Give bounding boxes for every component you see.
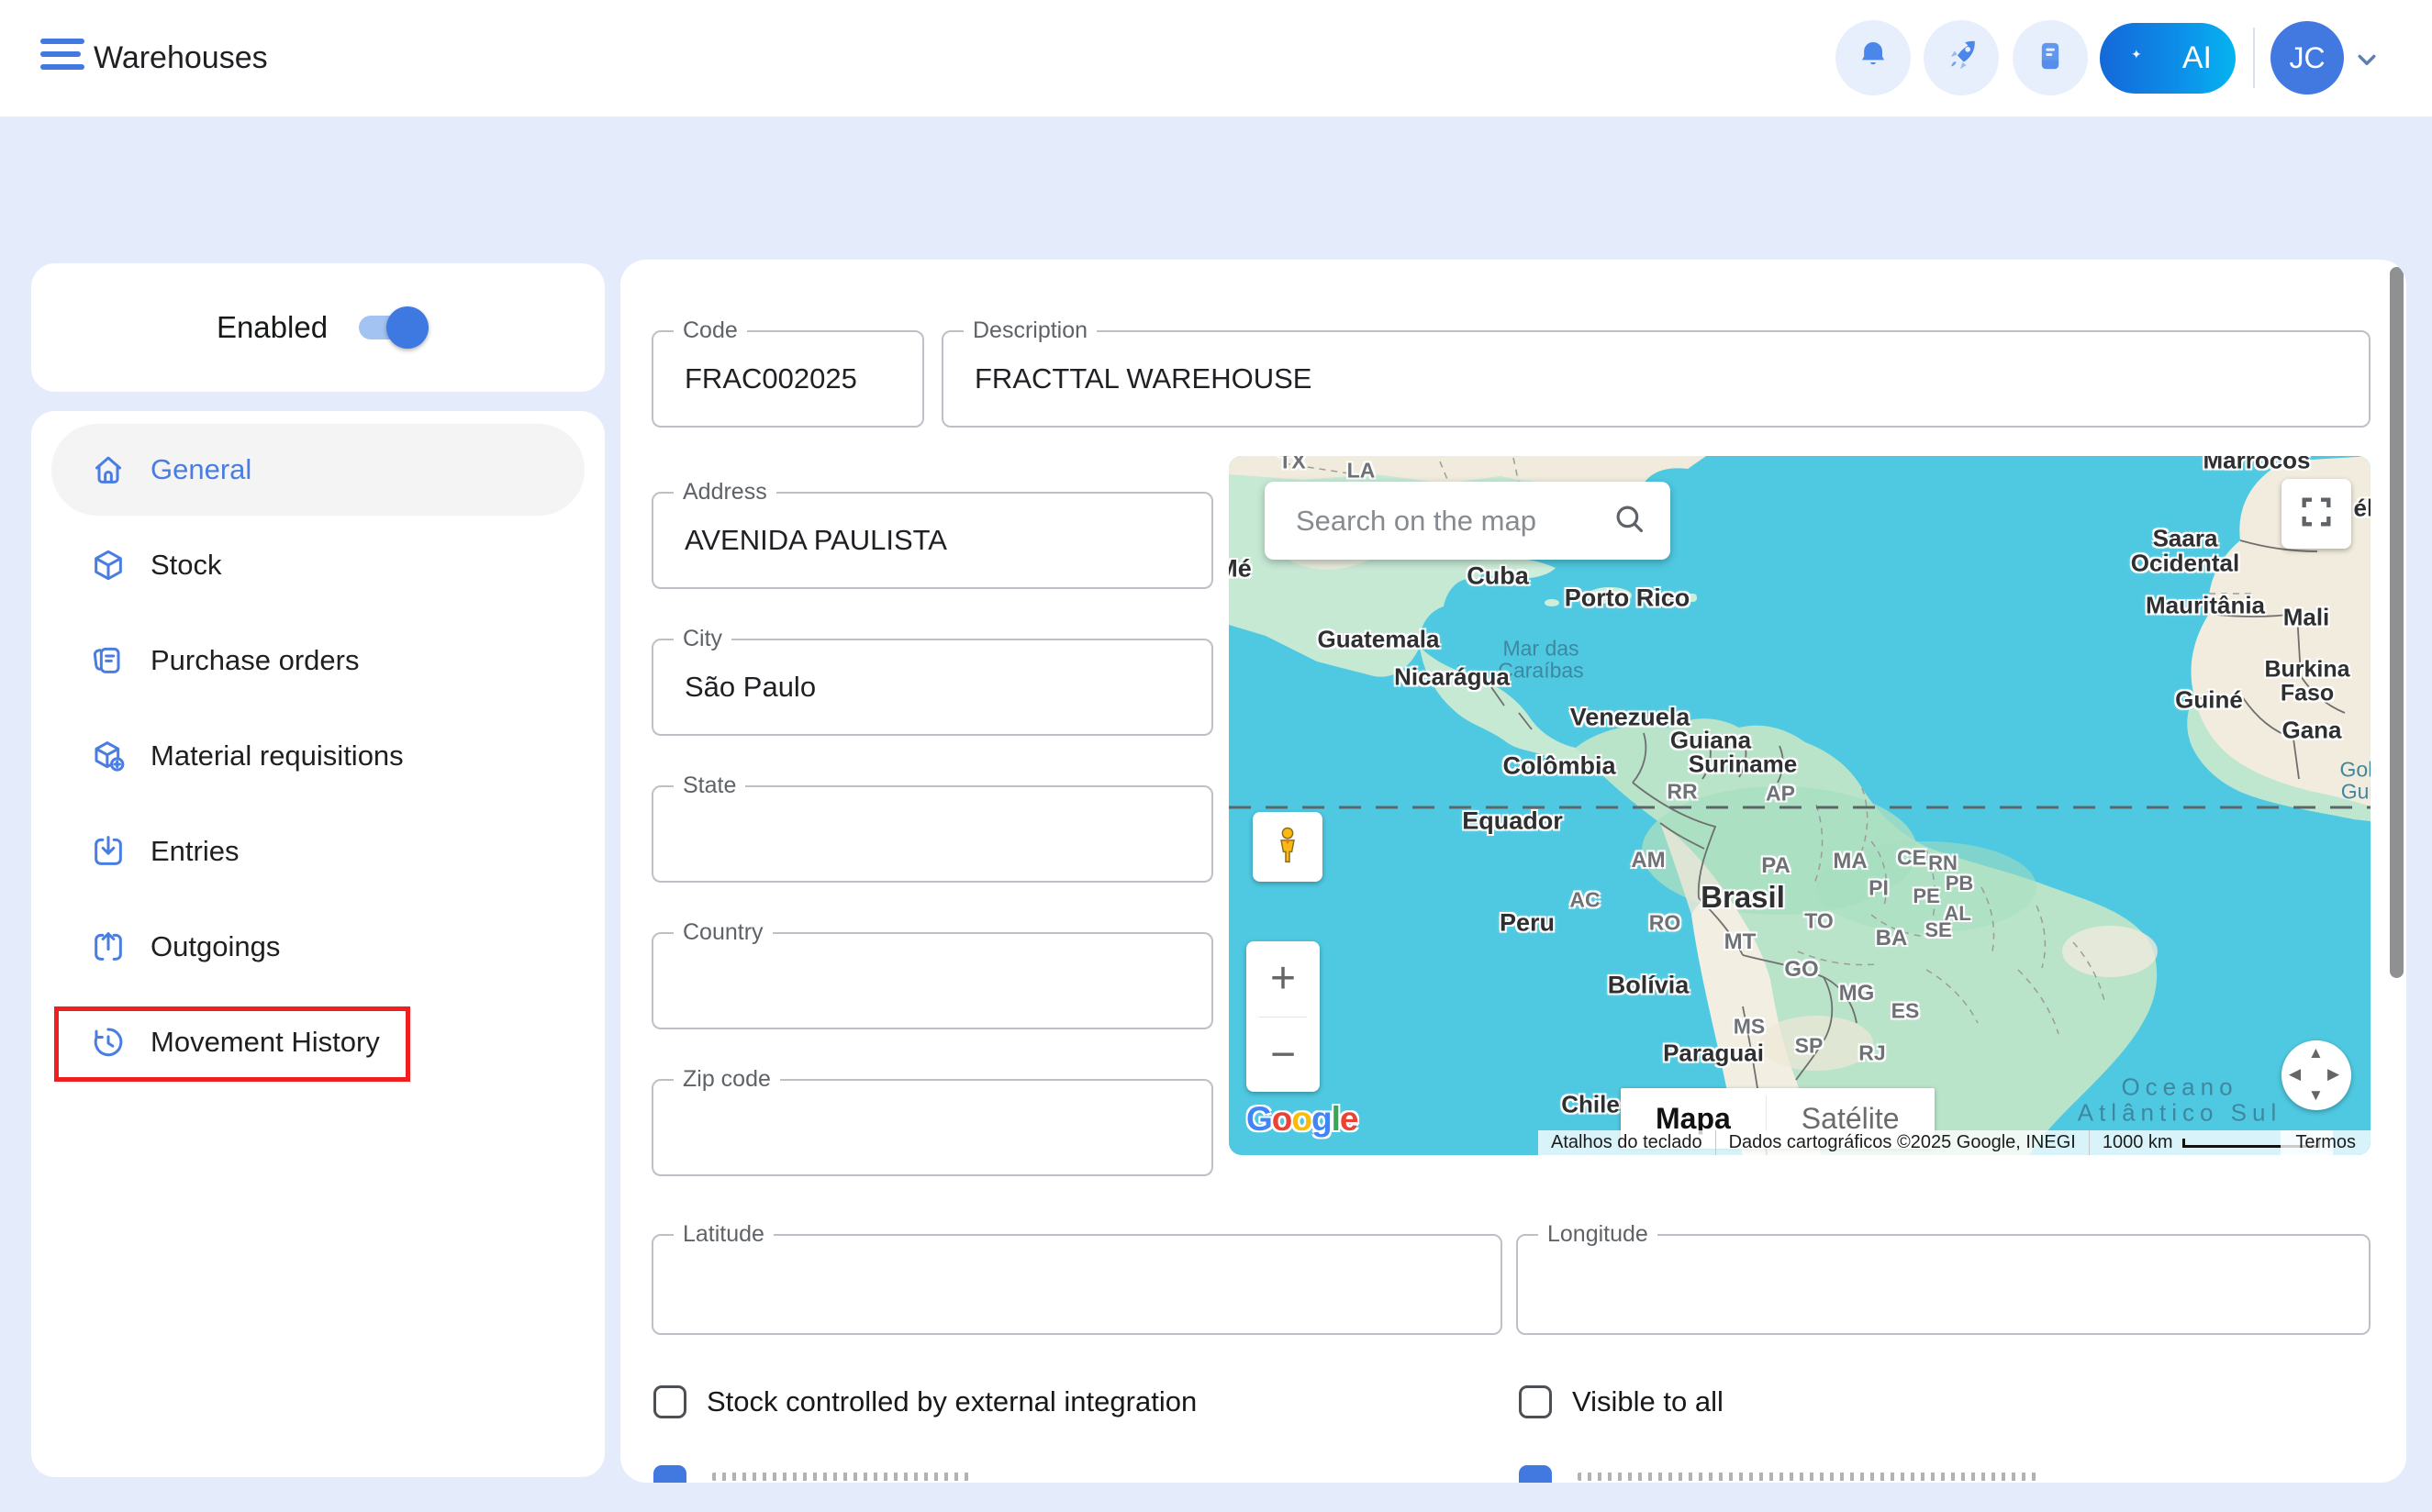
zoom-out-button[interactable]: − [1246, 1017, 1320, 1093]
sidebar-item-label: Movement History [151, 1026, 380, 1059]
google-logo: Google [1246, 1100, 1357, 1139]
whats-new-button[interactable] [1924, 20, 1999, 95]
country-field-label: Country [674, 919, 773, 946]
country-field[interactable]: Country [652, 932, 1213, 1029]
sidebar-item-label: Purchase orders [151, 644, 359, 677]
map-attribution: Atalhos do teclado Dados cartográficos ©… [1538, 1130, 2333, 1155]
top-bar: Warehouses ✦ AI JC [0, 0, 2432, 117]
user-menu-chevron-icon[interactable] [2351, 44, 2382, 80]
city-field[interactable]: City São Paulo [652, 639, 1213, 736]
description-field-value: FRACTTAL WAREHOUSE [943, 362, 1311, 395]
sidebar-item-movement-history[interactable]: Movement History [51, 996, 585, 1088]
sidebar-item-stock[interactable]: Stock [51, 519, 585, 611]
warehouse-menu: General Stock Purchase orders Material r… [31, 411, 605, 1477]
visible-to-all-checkbox[interactable] [1519, 1385, 1552, 1418]
rocket-icon [1943, 38, 1980, 79]
pan-up-icon: ▲ [2308, 1044, 2324, 1062]
code-field-label: Code [674, 317, 747, 344]
city-field-value: São Paulo [653, 671, 816, 704]
sidebar-item-entries[interactable]: Entries [51, 806, 585, 897]
keyboard-shortcuts-link[interactable]: Atalhos do teclado [1538, 1132, 1715, 1153]
visible-to-all-checkbox-row: Visible to all [1519, 1385, 1724, 1418]
history-icon [90, 1024, 127, 1061]
sidebar-item-material-requisitions[interactable]: Material requisitions [51, 710, 585, 802]
state-field[interactable]: State [652, 785, 1213, 883]
sidebar-item-label: Entries [151, 835, 239, 868]
enabled-label: Enabled [217, 310, 328, 345]
terms-link[interactable]: Termos [2281, 1130, 2371, 1155]
google-map[interactable]: TXLAMéCubaPorto RicoGuatemalaMar dasCara… [1229, 456, 2371, 1155]
tray-down-icon [90, 833, 127, 870]
cube-icon [90, 547, 127, 584]
tray-up-icon [90, 928, 127, 965]
map-zoom-control: + − [1246, 941, 1320, 1092]
state-field-label: State [674, 773, 745, 799]
notifications-button[interactable] [1835, 20, 1911, 95]
fullscreen-icon [2298, 494, 2335, 535]
sparkle-icon: ✦ [2131, 47, 2142, 62]
sidebar-item-label: Outgoings [151, 930, 280, 963]
description-field-label: Description [964, 317, 1097, 344]
checkbox-checked-partial[interactable] [1519, 1465, 1552, 1483]
address-field-label: Address [674, 479, 776, 506]
pegman-icon [1267, 825, 1308, 870]
clipped-label-fragment [1578, 1473, 2036, 1481]
pan-left-icon: ◀ [2289, 1065, 2301, 1084]
docs-button[interactable] [2013, 20, 2088, 95]
ai-label: AI [2182, 40, 2212, 76]
stock-external-checkbox-row: Stock controlled by external integration [653, 1385, 1197, 1418]
map-pan-control[interactable]: ▲ ▼ ◀ ▶ [2281, 1040, 2351, 1110]
city-field-label: City [674, 626, 731, 652]
visible-to-all-checkbox-label: Visible to all [1572, 1385, 1724, 1418]
address-field-value: AVENIDA PAULISTA [653, 524, 947, 557]
vertical-scrollbar[interactable] [2390, 267, 2404, 978]
bell-icon [1855, 38, 1891, 79]
documents-icon [90, 642, 127, 679]
map-search-input[interactable]: Search on the map [1296, 505, 1612, 538]
description-field[interactable]: Description FRACTTAL WAREHOUSE [942, 330, 2371, 428]
sidebar-item-label: Stock [151, 549, 222, 582]
sidebar-item-label: General [151, 453, 251, 486]
pan-right-icon: ▶ [2327, 1065, 2339, 1084]
zip-code-field-label: Zip code [674, 1066, 780, 1093]
hamburger-menu-icon[interactable] [40, 39, 86, 77]
user-avatar[interactable]: JC [2270, 21, 2344, 94]
sidebar-item-purchase-orders[interactable]: Purchase orders [51, 615, 585, 706]
address-field[interactable]: Address AVENIDA PAULISTA [652, 492, 1213, 589]
zip-code-field[interactable]: Zip code [652, 1079, 1213, 1176]
code-field-value: FRAC002025 [653, 362, 857, 395]
cube-plus-icon [90, 738, 127, 774]
code-field[interactable]: Code FRAC002025 [652, 330, 924, 428]
ai-assistant-button[interactable]: ✦ AI [2100, 23, 2236, 94]
sidebar-item-general[interactable]: General [51, 424, 585, 516]
map-fullscreen-button[interactable] [2281, 479, 2351, 549]
app-title: Warehouses [94, 40, 268, 76]
header-divider [2253, 28, 2255, 88]
map-search-box[interactable]: Search on the map [1265, 482, 1670, 560]
longitude-field-label: Longitude [1538, 1221, 1657, 1248]
latitude-field-label: Latitude [674, 1221, 774, 1248]
enabled-card: Enabled [31, 263, 605, 392]
pan-down-icon: ▼ [2308, 1086, 2324, 1105]
general-form-card: Code FRAC002025 Description FRACTTAL WAR… [620, 260, 2406, 1483]
zoom-in-button[interactable]: + [1246, 941, 1320, 1017]
map-canvas[interactable] [1229, 456, 2371, 1155]
stock-external-checkbox-label: Stock controlled by external integration [707, 1385, 1197, 1418]
map-data-attribution: Dados cartográficos ©2025 Google, INEGI [1716, 1132, 2089, 1153]
avatar-initials: JC [2289, 41, 2325, 75]
street-view-pegman-button[interactable] [1253, 812, 1322, 882]
clipped-label-fragment [712, 1473, 969, 1481]
page-header: FRACTTAL WAREHOUSE Save [0, 117, 2432, 225]
search-icon[interactable] [1612, 501, 1646, 540]
sidebar-item-label: Material requisitions [151, 739, 404, 773]
home-icon [90, 451, 127, 488]
longitude-field[interactable]: Longitude [1516, 1234, 2371, 1335]
latitude-field[interactable]: Latitude [652, 1234, 1502, 1335]
document-icon [2032, 38, 2069, 79]
enabled-toggle[interactable] [359, 316, 419, 339]
stock-external-checkbox[interactable] [653, 1385, 686, 1418]
sidebar-item-outgoings[interactable]: Outgoings [51, 901, 585, 993]
checkbox-checked-partial[interactable] [653, 1465, 686, 1483]
